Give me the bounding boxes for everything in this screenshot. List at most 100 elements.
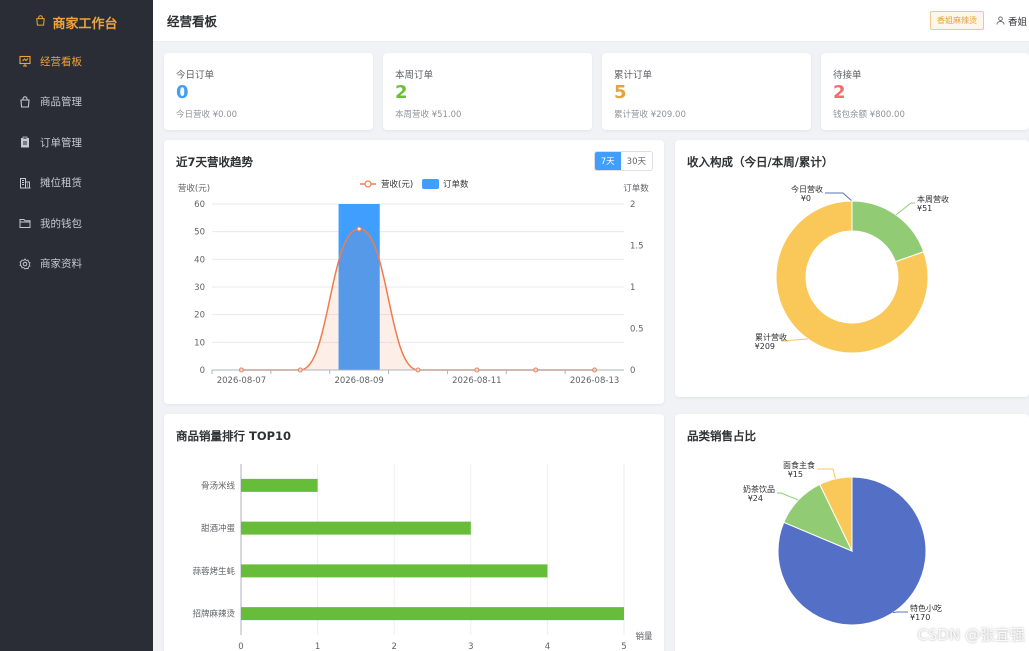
- y-category-label: 蒜蓉烤生蚝: [192, 566, 235, 577]
- monitor-icon: [19, 56, 31, 67]
- stat-value: 5: [614, 82, 627, 103]
- sidebar-item-label: 商品管理: [40, 96, 82, 109]
- stat-label: 本周订单: [395, 70, 434, 81]
- slice-value-label: ¥51: [917, 204, 932, 213]
- label-leader-line: [817, 468, 836, 479]
- brand-title: 商家工作台: [52, 16, 118, 32]
- stat-value: 2: [395, 82, 408, 103]
- page-title: 经营看板: [167, 14, 218, 29]
- revenue-point: [356, 226, 362, 232]
- y2-tick-label: 0: [630, 366, 635, 376]
- shop-bag-icon: [35, 14, 46, 30]
- watermark: CSDN @张宜强: [917, 626, 1025, 644]
- slice-value-label: ¥0: [801, 194, 811, 203]
- slice-value-label: ¥209: [755, 342, 775, 351]
- stat-label: 累计订单: [614, 70, 653, 81]
- label-leader-line: [895, 202, 915, 216]
- bag-icon: [20, 96, 30, 108]
- y-axis-label: 营收(元): [178, 183, 210, 194]
- revenue-area: [241, 228, 595, 370]
- gear-icon: [19, 258, 31, 270]
- sidebar-item-dashboard[interactable]: 经营看板: [0, 41, 153, 82]
- slice-name-label: 特色小吃: [910, 603, 942, 613]
- slice-name-label: 面食主食: [783, 460, 815, 470]
- pie-slice: [851, 200, 925, 263]
- slice-name-label: 本周营收: [917, 194, 949, 204]
- stat-card-pending-orders: 待接单 2 钱包余额 ¥800.00: [821, 53, 1029, 130]
- sales-ranking-chart: 0 1 2 3 4 5 骨汤米线甜酒冲蛋蒜蓉烤生蚝招牌麻辣烫销量: [192, 464, 653, 651]
- x-tick-label: 2026-08-11: [452, 376, 501, 386]
- legend-label: 订单数: [443, 179, 469, 190]
- stat-sub: 累计营收 ¥209.00: [614, 110, 686, 120]
- sidebar-item-products[interactable]: 商品管理: [0, 82, 153, 123]
- slice-name-label: 今日营收: [791, 184, 823, 194]
- sidebar-item-stall-rental[interactable]: 摊位租赁: [0, 163, 153, 204]
- income-composition-panel: 收入构成（今日/本周/累计） 今日营收 ¥0 本周营收 ¥51 累计营收 ¥209: [675, 140, 1029, 397]
- sidebar-item-label: 我的钱包: [40, 217, 82, 230]
- y-tick-label: 40: [194, 255, 205, 265]
- sales-bar: [241, 478, 318, 492]
- y2-tick-label: 2: [630, 200, 635, 210]
- y-category-label: 甜酒冲蛋: [201, 523, 236, 534]
- stat-card-today-orders: 今日订单 0 今日营收 ¥0.00: [164, 53, 373, 130]
- stat-label: 待接单: [833, 70, 862, 81]
- y2-tick-label: 0.5: [630, 325, 644, 335]
- x-tick-label: 1: [315, 642, 320, 651]
- y2-tick-label: 1: [630, 283, 635, 293]
- sidebar-item-orders[interactable]: 订单管理: [0, 122, 153, 163]
- y2-tick-label: 1.5: [630, 242, 644, 252]
- user-icon: [996, 16, 1005, 25]
- y-category-label: 招牌麻辣烫: [192, 609, 235, 620]
- label-leader-line: [825, 192, 853, 202]
- stat-label: 今日订单: [176, 70, 215, 81]
- x-tick-label: 4: [545, 642, 550, 651]
- y-tick-label: 10: [194, 338, 205, 348]
- x-tick-label: 2026-08-09: [334, 376, 383, 386]
- building-icon: [20, 177, 31, 189]
- sidebar-item-wallet[interactable]: 我的钱包: [0, 203, 153, 244]
- sales-bar: [241, 521, 471, 535]
- stat-value: 0: [176, 82, 189, 103]
- sales-bar: [241, 607, 624, 621]
- sidebar-menu: 经营看板 商品管理 订单管理 摊位租赁 我的钱包 商家资料: [0, 41, 153, 284]
- stat-value: 2: [833, 82, 846, 103]
- stat-card-week-orders: 本周订单 2 本周营收 ¥51.00: [383, 53, 592, 130]
- y-tick-label: 20: [194, 311, 205, 321]
- legend-label: 营收(元): [381, 179, 413, 190]
- top-header: 经营看板 香姐麻辣烫 香姐: [153, 0, 1029, 42]
- y-category-label: 骨汤米线: [201, 480, 236, 491]
- slice-name-label: 奶茶饮品: [743, 484, 775, 494]
- stat-sub: 钱包余额 ¥800.00: [833, 110, 905, 120]
- y-tick-label: 0: [200, 366, 205, 376]
- sidebar-item-label: 商家资料: [40, 258, 82, 271]
- sales-ranking-panel: 商品销量排行 TOP10 0 1 2 3 4 5 骨汤米线 甜酒冲蛋 蒜蓉烤生蚝 招牌麻辣烫 销量: [164, 414, 664, 651]
- sidebar-item-profile[interactable]: 商家资料: [0, 244, 153, 285]
- slice-value-label: ¥170: [910, 613, 930, 622]
- income-donut-chart: 今日营收¥0 本周营收¥51 累计营收¥209: [755, 184, 949, 354]
- user-menu[interactable]: 香姐: [996, 14, 1027, 28]
- brand: 商家工作台: [0, 0, 153, 44]
- user-name: 香姐: [1007, 16, 1027, 28]
- category-share-panel: 品类销售占比 特色小吃 ¥170 奶茶饮品 ¥24 面食主食 ¥15: [675, 414, 1029, 651]
- stat-sub: 本周营收 ¥51.00: [395, 110, 462, 120]
- stat-card-total-orders: 累计订单 5 累计营收 ¥209.00: [602, 53, 811, 130]
- x-tick-label: 2: [391, 642, 396, 651]
- sidebar-item-label: 摊位租赁: [40, 177, 82, 190]
- slice-value-label: ¥15: [788, 470, 803, 479]
- legend-line-marker: [364, 180, 372, 188]
- stat-sub: 今日营收 ¥0.00: [176, 110, 238, 120]
- slice-value-label: ¥24: [748, 494, 763, 503]
- y-tick-label: 60: [194, 200, 205, 210]
- revenue-trend-chart: 0 10 20 30 40 50 60 0 0.5 1 1.5 2 营收(元) 订单数 2026-08-07…: [178, 179, 649, 386]
- folder-icon: [19, 219, 31, 229]
- y-tick-label: 50: [194, 228, 205, 238]
- revenue-line: [241, 228, 595, 371]
- label-leader-line: [892, 611, 908, 614]
- x-tick-label: 2026-08-07: [217, 376, 266, 386]
- x-tick-label: 2026-08-13: [570, 376, 619, 386]
- legend-bar-swatch: [422, 179, 439, 189]
- x-tick-label: 3: [468, 642, 473, 651]
- sidebar-item-label: 订单管理: [40, 136, 82, 149]
- shop-name-tag: 香姐麻辣烫: [929, 11, 984, 30]
- sales-bar: [241, 564, 548, 578]
